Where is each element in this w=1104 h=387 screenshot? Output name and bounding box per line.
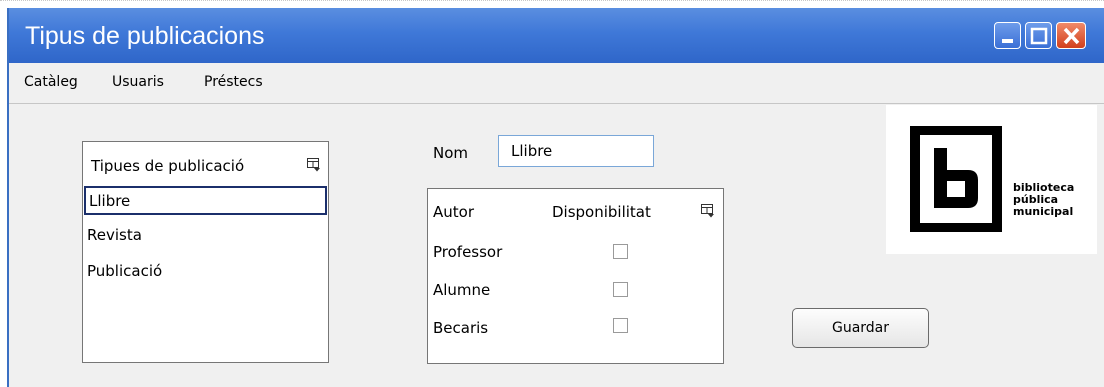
list-item-revista[interactable]: Revista <box>84 222 327 251</box>
maximize-icon <box>1030 27 1048 45</box>
list-item-publicacio[interactable]: Publicació <box>84 258 327 287</box>
menu-usuaris[interactable]: Usuaris <box>112 74 164 90</box>
save-button[interactable]: Guardar <box>792 308 929 348</box>
row-autor-alumne: Alumne <box>433 281 491 299</box>
list-item-llibre[interactable]: Llibre <box>84 186 327 215</box>
column-picker-icon[interactable] <box>307 158 321 172</box>
minimize-button[interactable] <box>994 22 1021 49</box>
column-picker-icon[interactable] <box>701 204 715 218</box>
availability-table[interactable]: Autor Disponibilitat Professor Alumne Be… <box>427 188 724 364</box>
maximize-button[interactable] <box>1025 22 1052 49</box>
menu-prestecs[interactable]: Préstecs <box>204 74 263 90</box>
close-icon <box>1063 27 1080 45</box>
logo-line-biblioteca: biblioteca <box>1013 181 1075 194</box>
desktop-background <box>0 0 1104 8</box>
row-autor-professor: Professor <box>433 243 503 261</box>
name-input[interactable]: Llibre <box>498 135 654 167</box>
close-button[interactable] <box>1056 22 1086 49</box>
library-logo: biblioteca pública municipal <box>886 105 1097 254</box>
name-label: Nom <box>433 144 469 162</box>
app-window: Tipus de publicacions Catàleg Usuaris Pr… <box>7 8 1104 387</box>
availability-checkbox-professor[interactable] <box>613 244 628 259</box>
column-header-tipues[interactable]: Tipues de publicació <box>91 157 244 175</box>
logo-line-municipal: municipal <box>1013 205 1074 218</box>
window-title: Tipus de publicacions <box>25 22 265 50</box>
library-logo-mark <box>910 126 1002 232</box>
title-bar[interactable]: Tipus de publicacions <box>9 8 1104 63</box>
availability-checkbox-alumne[interactable] <box>613 282 628 297</box>
column-header-autor[interactable]: Autor <box>433 203 474 221</box>
column-header-disponibilitat[interactable]: Disponibilitat <box>552 203 651 221</box>
publication-types-table[interactable]: Tipues de publicació Llibre Revista Publ… <box>82 141 329 363</box>
minimize-icon <box>1002 39 1013 43</box>
row-autor-becaris: Becaris <box>433 319 489 337</box>
menu-cataleg[interactable]: Catàleg <box>24 74 78 90</box>
availability-checkbox-becaris[interactable] <box>613 318 628 333</box>
logo-line-publica: pública <box>1013 193 1059 206</box>
menu-bar: Catàleg Usuaris Préstecs <box>9 63 1104 104</box>
